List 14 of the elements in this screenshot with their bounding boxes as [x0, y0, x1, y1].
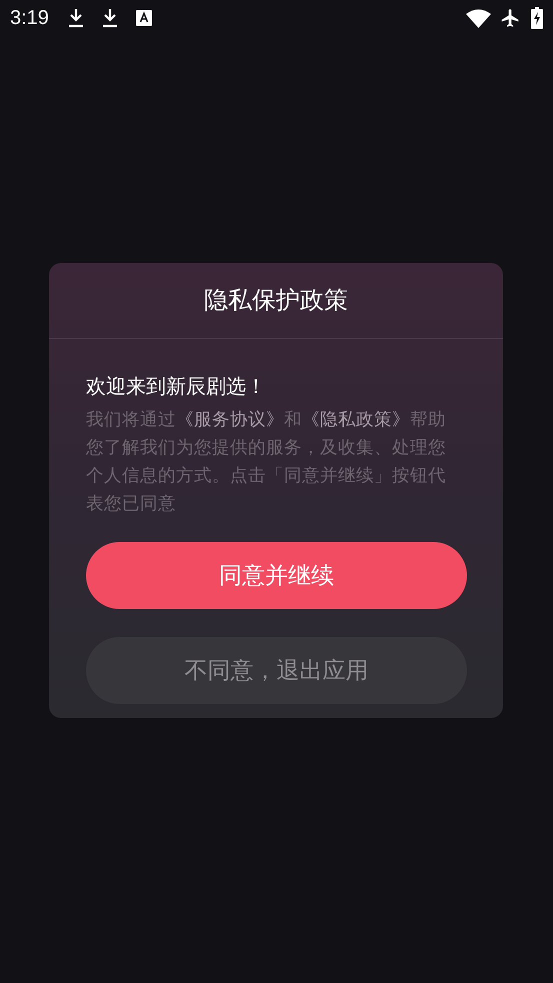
policy-link[interactable]: 《服务协议》 [176, 409, 284, 429]
font-icon [136, 10, 152, 26]
welcome-heading: 欢迎来到新辰剧选！ [86, 375, 267, 400]
status-time: 3:19 [10, 6, 49, 31]
battery-charging-icon [531, 7, 543, 29]
agree-button[interactable]: 同意并继续 [86, 542, 467, 609]
airplane-icon [500, 7, 521, 29]
wifi-icon [466, 8, 491, 28]
decline-button[interactable]: 不同意，退出应用 [86, 637, 467, 704]
download-icon [102, 8, 118, 28]
policy-text: 我们将通过《服务协议》和《隐私政策》帮助您了解我们为您提供的服务，及收集、处理您个人信息的方式。点击「同意并继续」按钮代表您已同意 [86, 408, 447, 515]
dialog-title: 隐私保护政策 [49, 263, 503, 339]
download-icon [68, 8, 84, 28]
policy-link[interactable]: 《隐私政策》 [302, 409, 410, 429]
